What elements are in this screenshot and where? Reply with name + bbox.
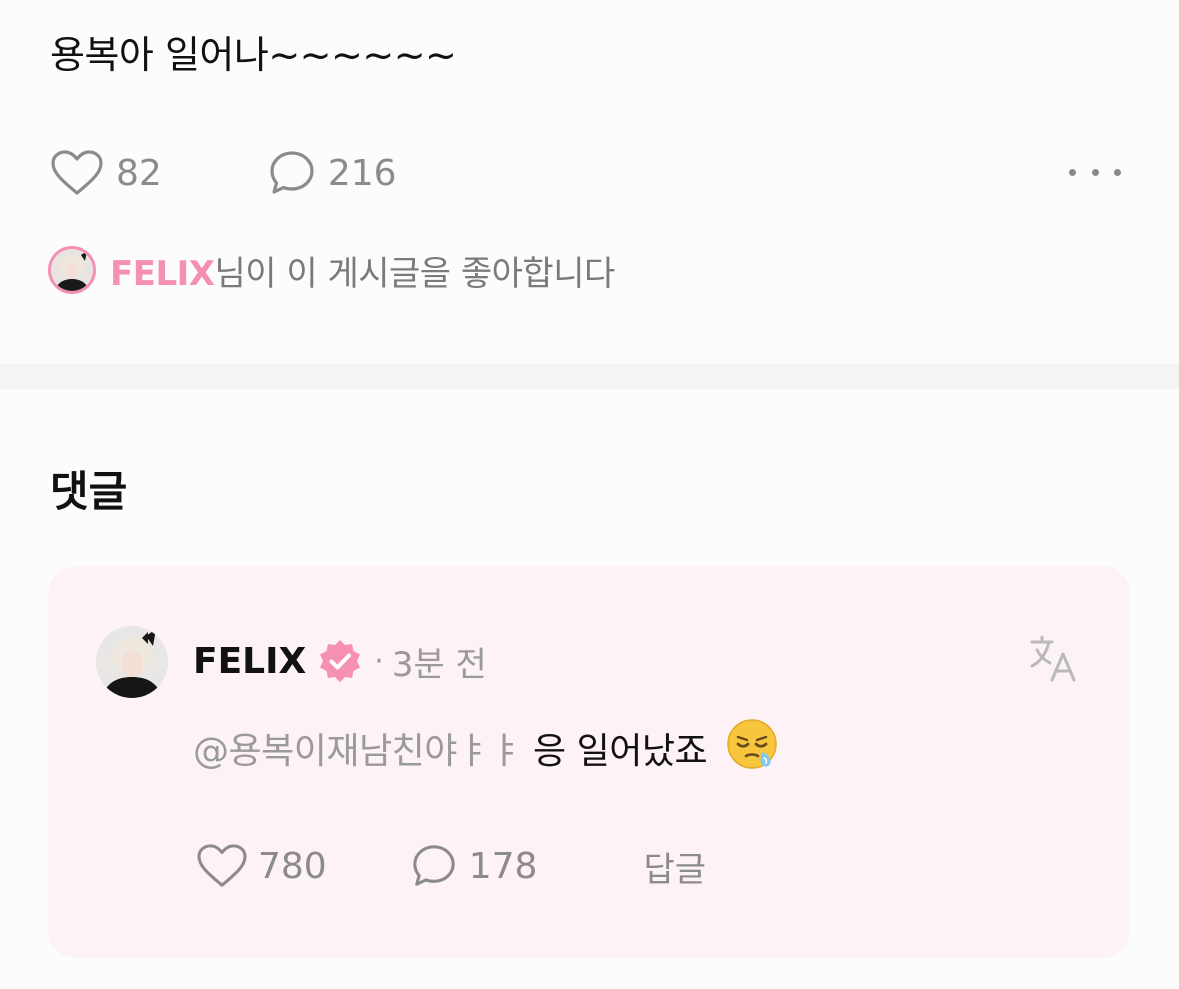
reply-button[interactable]: 답글 [643, 842, 706, 891]
post-like-button[interactable]: 82 [50, 149, 162, 197]
meta-separator: · [374, 643, 384, 679]
post-comment-count: 216 [327, 152, 397, 194]
liked-by-suffix: 님이 이 게시글을 좋아합니다 [214, 253, 615, 294]
comment-like-count: 780 [258, 845, 327, 887]
post-like-count: 82 [116, 152, 162, 194]
post-text: 용복아 일어나~~~~~~ [50, 33, 457, 77]
verified-badge-icon [316, 637, 364, 685]
sleepy-face-emoji-icon [726, 718, 778, 788]
comment-card: FELIX · 3분 전 @용복이재남친야ㅑㅑ 응 일어났죠 780 178 답… [48, 566, 1130, 958]
comment-header: FELIX · 3분 전 [193, 636, 487, 686]
comment-author-name[interactable]: FELIX [193, 641, 306, 682]
comment-text: 응 일어났죠 [533, 731, 708, 772]
comment-timestamp: 3분 전 [391, 644, 487, 685]
section-divider [0, 364, 1179, 390]
comment-actions: 780 178 답글 [196, 838, 706, 894]
comment-like-button[interactable]: 780 [196, 843, 327, 889]
heart-icon [50, 149, 104, 197]
translate-icon [1028, 635, 1078, 688]
more-options-button[interactable] [1069, 160, 1121, 184]
liker-avatar[interactable] [48, 246, 96, 294]
liked-by-row: FELIX님이 이 게시글을 좋아합니다 [48, 242, 615, 298]
comment-bubble-icon [411, 843, 457, 889]
comment-reply-count-button[interactable]: 178 [411, 843, 538, 889]
comment-bubble-icon [268, 149, 316, 197]
comment-reply-count: 178 [468, 845, 538, 887]
heart-icon [196, 843, 248, 889]
translate-button[interactable] [1028, 634, 1078, 684]
liked-by-text: FELIX님이 이 게시글을 좋아합니다 [110, 246, 615, 295]
comment-body: @용복이재남친야ㅑㅑ 응 일어났죠 [193, 718, 778, 788]
post-comment-button[interactable]: 216 [268, 149, 397, 197]
comments-section-title: 댓글 [50, 467, 128, 516]
more-horizontal-icon [1069, 168, 1076, 176]
comment-mention[interactable]: @용복이재남친야ㅑㅑ [193, 731, 523, 772]
post-actions: 82 216 [50, 146, 397, 200]
comment-author-avatar[interactable] [96, 626, 168, 698]
liker-name[interactable]: FELIX [110, 254, 215, 294]
